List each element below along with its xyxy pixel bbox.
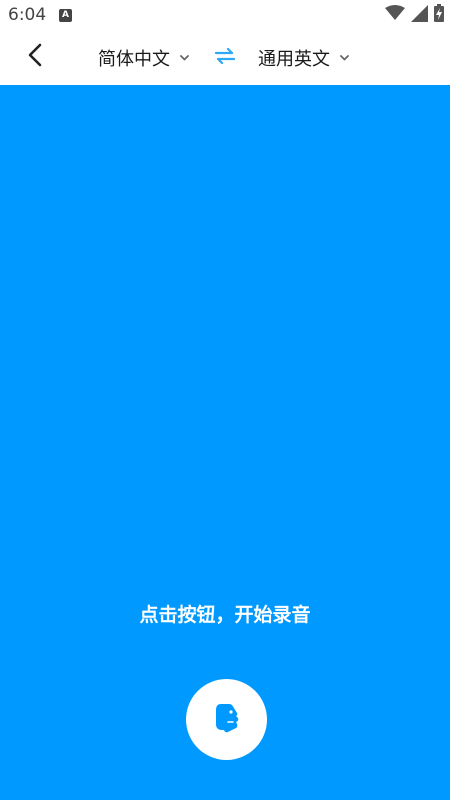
status-bar: 6:04 A (0, 0, 450, 30)
target-language-select[interactable]: 通用英文 (258, 44, 349, 72)
target-language-label: 通用英文 (258, 49, 330, 70)
top-bar: 简体中文 通用英文 (0, 30, 450, 85)
record-button[interactable] (186, 679, 267, 760)
chevron-down-icon (340, 55, 349, 61)
swap-languages-button[interactable] (212, 47, 238, 69)
swap-arrows-icon (214, 47, 236, 68)
speaking-head-icon (212, 702, 242, 738)
status-time: 6:04 (8, 5, 47, 25)
wifi-icon (385, 5, 405, 25)
source-language-select[interactable]: 简体中文 (98, 44, 189, 72)
recording-area: 点击按钮，开始录音 (0, 85, 450, 800)
voice-translate-screen: 6:04 A 简体中文 通用英文 点击按钮，开始录音 (0, 0, 450, 800)
record-hint-text: 点击按钮，开始录音 (139, 604, 311, 626)
chevron-left-icon (27, 43, 43, 71)
chevron-down-icon (180, 55, 189, 61)
battery-charging-icon (434, 4, 444, 26)
notification-icon: A (59, 9, 72, 22)
back-button[interactable] (18, 40, 52, 74)
cellular-signal-icon (411, 4, 428, 26)
source-language-label: 简体中文 (98, 49, 170, 70)
status-icons (385, 4, 444, 26)
